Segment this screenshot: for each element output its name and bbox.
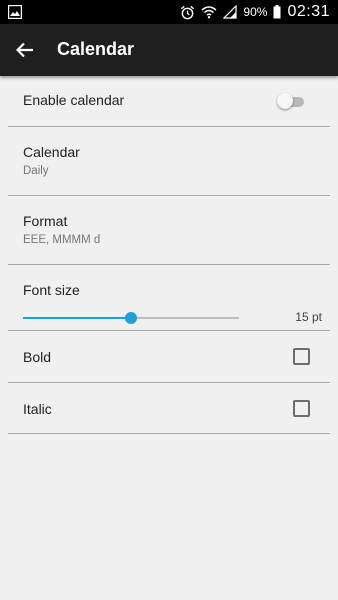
enable-calendar-row[interactable]: Enable calendar: [8, 76, 330, 127]
settings-list: Enable calendar Calendar Daily Format EE…: [0, 76, 338, 434]
italic-row[interactable]: Italic: [8, 383, 330, 434]
format-label: Format: [23, 213, 68, 229]
app-bar: Calendar: [0, 24, 338, 76]
format-value: EEE, MMMM d: [23, 234, 101, 246]
arrow-left-icon: [16, 42, 33, 58]
bold-checkbox[interactable]: [293, 348, 310, 365]
signal-icon: [223, 5, 238, 19]
image-icon: [8, 5, 22, 19]
page-title: Calendar: [57, 39, 135, 59]
font-size-row: Font size 15 pt: [8, 265, 330, 331]
enable-calendar-switch[interactable]: [277, 93, 307, 109]
status-bar: 90% 02:31: [0, 0, 338, 24]
italic-checkbox[interactable]: [293, 400, 310, 417]
calendar-row[interactable]: Calendar Daily: [8, 127, 330, 196]
battery-icon: [273, 5, 281, 19]
italic-label: Italic: [23, 401, 52, 417]
format-row[interactable]: Format EEE, MMMM d: [8, 196, 330, 265]
calendar-value: Daily: [23, 165, 49, 177]
back-button[interactable]: [10, 36, 40, 64]
calendar-label: Calendar: [23, 144, 80, 160]
wifi-icon: [201, 5, 217, 19]
clock: 02:31: [287, 3, 330, 20]
alarm-icon: [180, 5, 195, 20]
battery-text: 90%: [243, 5, 268, 19]
switch-thumb: [277, 93, 293, 109]
font-size-label: Font size: [23, 282, 80, 298]
bold-label: Bold: [23, 349, 52, 365]
bold-row[interactable]: Bold: [8, 331, 330, 383]
font-size-slider[interactable]: [23, 311, 239, 325]
font-size-value: 15 pt: [295, 310, 322, 324]
enable-calendar-label: Enable calendar: [23, 92, 125, 108]
slider-thumb[interactable]: [125, 312, 137, 324]
slider-fill: [23, 317, 131, 319]
